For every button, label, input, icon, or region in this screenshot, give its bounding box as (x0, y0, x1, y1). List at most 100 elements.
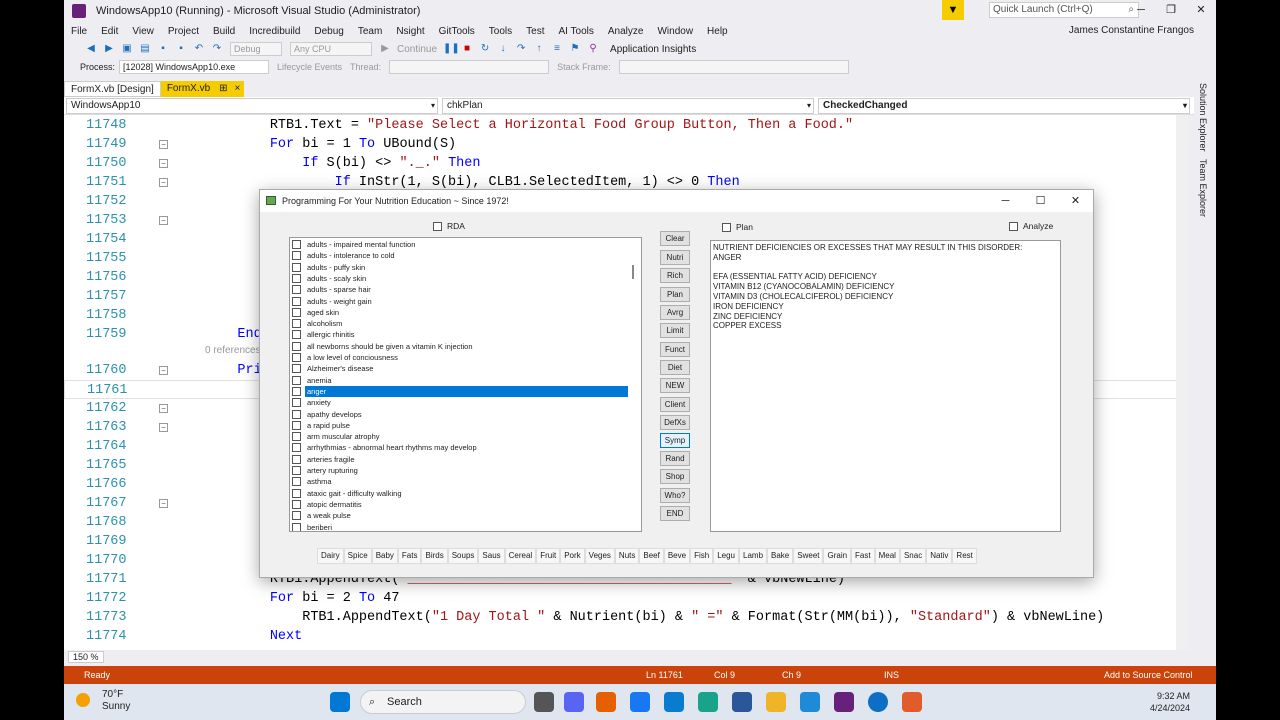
cortana-icon[interactable] (868, 692, 888, 712)
category-fruit[interactable]: Fruit (536, 548, 561, 564)
category-fast[interactable]: Fast (851, 548, 875, 564)
list-item[interactable]: alcoholism (292, 318, 628, 329)
collapse-icon[interactable]: − (159, 366, 168, 375)
collapse-icon[interactable]: − (159, 178, 168, 187)
end-button[interactable]: END (660, 506, 690, 521)
list-item[interactable]: anxiety (292, 397, 628, 408)
editor-horizontal-scrollbar[interactable]: 150 % (64, 650, 1194, 664)
plan-checkbox[interactable]: Plan (722, 222, 753, 232)
team-explorer-tab[interactable]: Team Explorer (1198, 159, 1208, 217)
menu-view[interactable]: View (125, 26, 161, 37)
step-out-icon[interactable]: ↑ (533, 43, 545, 55)
list-item[interactable]: a rapid pulse (292, 420, 628, 431)
forward-icon[interactable]: ▶ (103, 43, 115, 55)
system-tray-clock[interactable]: 9:32 AM 4/24/2024 (1150, 690, 1190, 714)
item-checkbox[interactable] (292, 477, 301, 487)
continue-button[interactable]: Continue (397, 44, 437, 55)
category-fats[interactable]: Fats (397, 548, 422, 564)
dialog-close-icon[interactable]: ✕ (1058, 190, 1093, 212)
list-item[interactable]: arrhythmias - abnormal heart rhythms may… (292, 442, 628, 453)
back-icon[interactable]: ◀ (85, 43, 97, 55)
symp-button[interactable]: Symp (660, 433, 690, 448)
list-scrollbar[interactable] (627, 238, 641, 531)
collapse-icon[interactable]: − (159, 423, 168, 432)
collapse-icon[interactable]: − (159, 140, 168, 149)
category-soups[interactable]: Soups (447, 548, 479, 564)
facebook-icon[interactable] (630, 692, 650, 712)
word-icon[interactable] (732, 692, 752, 712)
menu-test[interactable]: Test (519, 26, 551, 37)
new-project-icon[interactable]: ▣ (121, 43, 133, 55)
application-insights-button[interactable]: Application Insights (610, 44, 696, 55)
list-item[interactable]: anger (292, 385, 628, 398)
menu-file[interactable]: File (64, 26, 94, 37)
list-item[interactable]: apathy develops (292, 409, 628, 420)
lightbulb-icon[interactable]: ⚲ (587, 43, 599, 55)
editor-vertical-scrollbar[interactable] (1176, 115, 1188, 650)
list-item[interactable]: beriberi (292, 522, 628, 531)
category-beef[interactable]: Beef (639, 548, 664, 564)
collapse-icon[interactable]: − (159, 159, 168, 168)
item-checkbox[interactable] (292, 511, 301, 521)
item-checkbox[interactable] (292, 330, 301, 340)
step-into-icon[interactable]: ↓ (497, 43, 509, 55)
list-item[interactable]: all newborns should be given a vitamin K… (292, 341, 628, 352)
skype-icon[interactable] (664, 692, 684, 712)
plan-button[interactable]: Plan (660, 287, 690, 302)
category-rest[interactable]: Rest (952, 548, 977, 564)
outlook-icon[interactable] (800, 692, 820, 712)
category-sweet[interactable]: Sweet (793, 548, 824, 564)
client-button[interactable]: Client (660, 397, 690, 412)
undo-icon[interactable]: ↶ (193, 43, 205, 55)
item-checkbox[interactable] (292, 443, 301, 453)
category-nativ[interactable]: Nativ (926, 548, 953, 564)
item-checkbox[interactable] (292, 398, 301, 408)
pin-icon[interactable]: ⊞ (216, 81, 231, 97)
menu-nsight[interactable]: Nsight (389, 26, 431, 37)
item-checkbox[interactable] (292, 454, 301, 464)
firefox-icon[interactable] (596, 692, 616, 712)
diet-button[interactable]: Diet (660, 360, 690, 375)
funct-button[interactable]: Funct (660, 342, 690, 357)
category-cereal[interactable]: Cereal (504, 548, 537, 564)
category-bake[interactable]: Bake (767, 548, 794, 564)
list-item[interactable]: adults - puffy skin (292, 262, 628, 273)
menu-team[interactable]: Team (351, 26, 389, 37)
item-checkbox[interactable] (292, 341, 301, 351)
menu-analyze[interactable]: Analyze (601, 26, 651, 37)
running-app-icon[interactable] (902, 692, 922, 712)
menu-ai-tools[interactable]: AI Tools (552, 26, 601, 37)
category-grain[interactable]: Grain (823, 548, 852, 564)
item-checkbox[interactable] (292, 319, 301, 329)
list-item[interactable]: arm muscular atrophy (292, 431, 628, 442)
save-icon[interactable]: ▪ (157, 43, 169, 55)
new-button[interactable]: NEW (660, 378, 690, 393)
category-meal[interactable]: Meal (874, 548, 900, 564)
dialog-maximize-icon[interactable]: ☐ (1023, 190, 1058, 212)
minimize-icon[interactable]: ─ (1126, 0, 1156, 20)
project-dropdown[interactable]: WindowsApp10 ▾ (66, 98, 438, 114)
symptom-checked-list[interactable]: adults - impaired mental function adults … (289, 237, 642, 532)
open-icon[interactable]: ▤ (139, 43, 151, 55)
analyze-checkbox[interactable]: Analyze (1009, 221, 1053, 231)
item-checkbox[interactable] (292, 273, 301, 283)
category-fish[interactable]: Fish (690, 548, 714, 564)
close-icon[interactable]: ✕ (1186, 0, 1216, 20)
item-checkbox[interactable] (292, 364, 301, 374)
list-item[interactable]: a low level of conciousness (292, 352, 628, 363)
category-baby[interactable]: Baby (371, 548, 398, 564)
defxs-button[interactable]: DefXs (660, 415, 690, 430)
redo-icon[interactable]: ↷ (211, 43, 223, 55)
category-pork[interactable]: Pork (560, 548, 585, 564)
shop-button[interactable]: Shop (660, 469, 690, 484)
tab-form-code[interactable]: FormX.vb (160, 81, 217, 97)
item-checkbox[interactable] (292, 432, 301, 442)
item-checkbox[interactable] (292, 251, 301, 261)
item-checkbox[interactable] (292, 522, 301, 531)
menu-build[interactable]: Build (206, 26, 242, 37)
task-view-icon[interactable] (534, 692, 554, 712)
menu-gittools[interactable]: GitTools (432, 26, 482, 37)
item-checkbox[interactable] (292, 488, 301, 498)
menu-incredibuild[interactable]: Incredibuild (242, 26, 307, 37)
list-item[interactable]: Alzheimer's disease (292, 363, 628, 374)
